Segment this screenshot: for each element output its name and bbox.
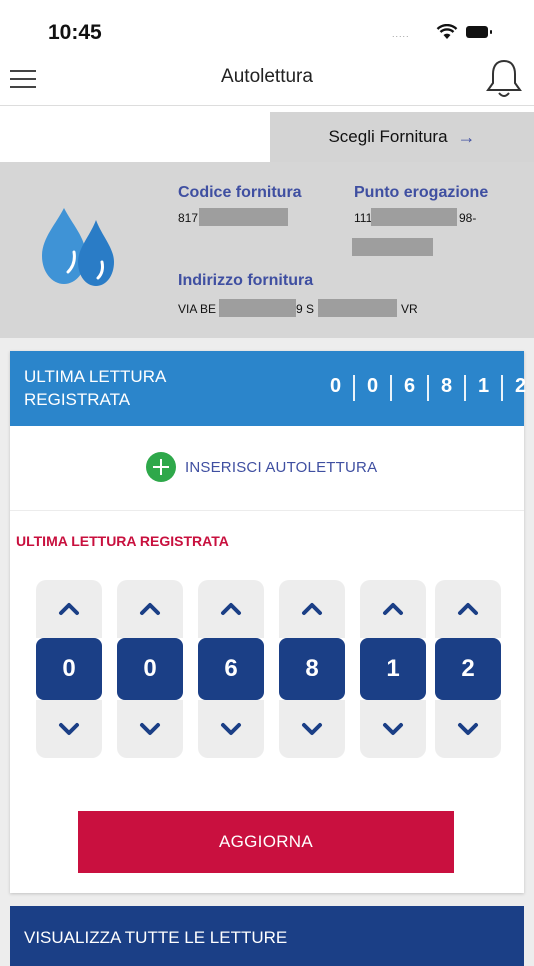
view-all-readings-label: VISUALIZZA TUTTE LE LETTURE	[24, 928, 288, 947]
digit-value[interactable]: 8	[279, 638, 345, 700]
chevron-down-icon	[140, 723, 160, 735]
meter-digit: 6	[403, 375, 416, 397]
last-reading-header-label: ULTIMA LETTURA REGISTRATA	[24, 367, 166, 409]
digit-value[interactable]: 2	[435, 638, 501, 700]
meter-digit: 2	[514, 375, 527, 397]
chevron-down-icon	[458, 723, 478, 735]
signal-dots: .....	[392, 29, 410, 39]
digit-stepper-6: 2	[435, 580, 501, 758]
meter-digit: 0	[329, 375, 342, 397]
increment-button[interactable]	[36, 580, 102, 638]
last-reading-digits: 0 0 6 8 1 2	[322, 375, 534, 401]
supply-info-panel: Codice fornitura 817 Punto erogazione 11…	[0, 162, 534, 338]
meter-digit: 8	[440, 375, 453, 397]
app-header: Autolettura	[0, 52, 534, 106]
increment-button[interactable]	[198, 580, 264, 638]
wifi-icon	[436, 24, 458, 39]
chevron-down-icon	[221, 723, 241, 735]
delivery-point-label: Punto erogazione	[354, 184, 489, 201]
water-drop-icon	[42, 208, 114, 286]
update-button[interactable]: AGGIORNA	[78, 811, 454, 873]
stepper-title: ULTIMA LETTURA REGISTRATA	[16, 533, 229, 549]
chevron-down-icon	[59, 723, 79, 735]
insert-reading-button[interactable]: INSERISCI AUTOLETTURA	[146, 452, 377, 482]
view-all-readings-button[interactable]: VISUALIZZA TUTTE LE LETTURE	[10, 906, 524, 966]
insert-reading-row: INSERISCI AUTOLETTURA	[10, 426, 524, 511]
supply-address-start: VIA BE	[178, 302, 217, 316]
reading-card: ULTIMA LETTURA REGISTRATA 0 0 6 8 1 2 IN…	[10, 351, 526, 893]
insert-reading-label: INSERISCI AUTOLETTURA	[185, 458, 378, 476]
decrement-button[interactable]	[36, 700, 102, 758]
choose-supply-row: Scegli Fornitura →	[0, 106, 534, 162]
increment-button[interactable]	[279, 580, 345, 638]
choose-supply-label: Scegli Fornitura	[328, 127, 448, 146]
digit-stepper-4: 8	[279, 580, 345, 758]
meter-digit: 0	[366, 375, 379, 397]
supply-address-label: Indirizzo fornitura	[178, 272, 314, 289]
status-bar: 10:45 .....	[0, 0, 534, 52]
decrement-button[interactable]	[198, 700, 264, 758]
chevron-up-icon	[59, 603, 79, 615]
status-time: 10:45	[48, 21, 102, 44]
digit-value[interactable]: 6	[198, 638, 264, 700]
redacted-point-2	[352, 238, 433, 256]
decrement-button[interactable]	[360, 700, 426, 758]
battery-icon	[466, 26, 492, 38]
bell-icon[interactable]	[484, 57, 524, 101]
digit-value[interactable]: 0	[36, 638, 102, 700]
digit-stepper-5: 1	[360, 580, 426, 758]
redacted-code	[199, 208, 288, 226]
delivery-point-value-start: 111	[354, 211, 373, 225]
supply-code-label: Codice fornitura	[178, 184, 302, 201]
chevron-up-icon	[140, 603, 160, 615]
increment-button[interactable]	[435, 580, 501, 638]
page-title: Autolettura	[221, 66, 313, 87]
decrement-button[interactable]	[279, 700, 345, 758]
digit-value[interactable]: 0	[117, 638, 183, 700]
chevron-up-icon	[383, 603, 403, 615]
redacted-address-2	[318, 299, 397, 317]
last-reading-header: ULTIMA LETTURA REGISTRATA 0 0 6 8 1 2	[10, 351, 526, 426]
decrement-button[interactable]	[117, 700, 183, 758]
choose-supply-button[interactable]: Scegli Fornitura →	[270, 112, 534, 162]
supply-address-end: VR	[401, 302, 418, 316]
chevron-down-icon	[383, 723, 403, 735]
supply-code-value: 817	[178, 211, 199, 225]
digit-value[interactable]: 1	[360, 638, 426, 700]
arrow-right-icon: →	[457, 126, 476, 147]
digit-stepper-1: 0	[36, 580, 102, 758]
increment-button[interactable]	[117, 580, 183, 638]
chevron-up-icon	[302, 603, 322, 615]
delivery-point-value-end: 98-	[459, 211, 477, 225]
increment-button[interactable]	[360, 580, 426, 638]
supply-address-mid: 9 S	[296, 302, 315, 316]
plus-icon	[146, 452, 176, 482]
chevron-up-icon	[458, 603, 478, 615]
redacted-address-1	[219, 299, 296, 317]
decrement-button[interactable]	[435, 700, 501, 758]
digit-stepper-2: 0	[117, 580, 183, 758]
redacted-point	[371, 208, 457, 226]
chevron-up-icon	[221, 603, 241, 615]
digit-stepper-3: 6	[198, 580, 264, 758]
meter-digit: 1	[477, 375, 490, 397]
chevron-down-icon	[302, 723, 322, 735]
